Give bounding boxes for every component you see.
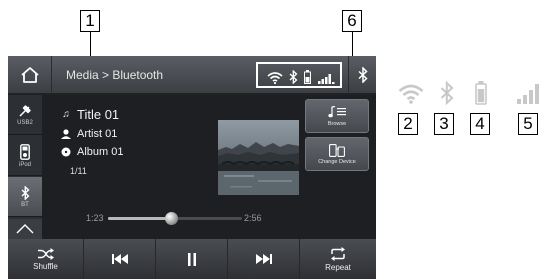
source-usb2-label: USB2 [17,119,33,126]
sidebar-scroll-up-button[interactable] [8,219,42,239]
shuffle-button[interactable]: Shuffle [8,239,84,279]
skip-back-icon [111,254,128,264]
bluetooth-icon [21,185,30,200]
repeat-label: Repeat [325,262,351,272]
callout-4: 4 [470,113,490,135]
change-device-label: Change Device [318,158,356,165]
shuffle-icon [37,247,54,260]
wifi-icon [266,64,284,90]
seek-knob[interactable] [164,212,178,225]
chevron-up-icon [16,224,34,234]
music-note-icon: ♫ [62,109,70,120]
track-title: Title 01 [77,107,120,122]
callout-6: 6 [342,10,362,32]
album-disc-icon [61,147,71,157]
bluetooth-icon [287,64,299,90]
source-ipod-label: iPod [18,161,31,168]
next-track-button[interactable] [228,239,300,279]
skip-forward-icon [255,254,272,264]
repeat-icon [331,246,345,261]
status-icons-area [256,62,342,88]
source-bt-button[interactable]: BT [8,177,42,217]
wifi-icon [397,78,425,108]
pause-icon [187,252,196,266]
breadcrumb: Media > Bluetooth [66,68,164,82]
home-icon [20,67,39,83]
home-button[interactable] [8,56,52,94]
change-device-button[interactable]: Change Device [305,137,369,171]
track-count: 1/11 [70,166,87,176]
seek-bar[interactable] [108,212,242,225]
album-row: Album 01 [60,146,123,158]
music-list-icon [328,105,346,117]
transport-controls: Shuffle Repeat [8,239,376,279]
top-bar: Media > Bluetooth [8,56,376,94]
callout-2: 2 [398,113,418,135]
repeat-button[interactable]: Repeat [300,239,376,279]
battery-icon [302,64,312,90]
source-usb2-button[interactable]: USB2 [8,95,42,135]
browse-label: Browse [327,120,347,127]
source-ipod-button[interactable]: iPod [8,136,42,176]
seek-bar-fill [108,217,171,220]
usb-icon [19,104,31,117]
total-time: 2:56 [244,213,262,223]
callout-1: 1 [80,10,100,32]
bluetooth-settings-button[interactable] [348,56,376,94]
change-device-icon [329,143,345,157]
shuffle-label: Shuffle [33,261,58,271]
now-playing-panel: ♫ Title 01 Artist 01 Album 01 1/11 1:23 … [42,95,376,239]
bluetooth-icon [438,78,456,108]
track-album: Album 01 [77,146,124,158]
track-artist: Artist 01 [77,128,118,140]
battery-icon [474,78,488,108]
source-sidebar: USB2 iPod BT [8,95,42,239]
source-bt-label: BT [21,201,29,208]
album-art [218,120,299,195]
head-unit-screen: Media > Bluetooth USB2 iPod BT ♫ Title 0… [8,56,376,279]
track-title-row: ♫ Title 01 [60,107,119,122]
signal-icon [316,64,336,90]
callout-3: 3 [434,113,454,135]
pause-button[interactable] [156,239,228,279]
previous-track-button[interactable] [84,239,156,279]
artist-row: Artist 01 [60,128,117,140]
bluetooth-icon [357,67,368,83]
callout-5: 5 [518,113,538,135]
elapsed-time: 1:23 [86,213,104,223]
person-icon [61,129,71,139]
browse-button[interactable]: Browse [305,99,369,133]
ipod-icon [20,143,30,160]
signal-icon [511,78,541,108]
